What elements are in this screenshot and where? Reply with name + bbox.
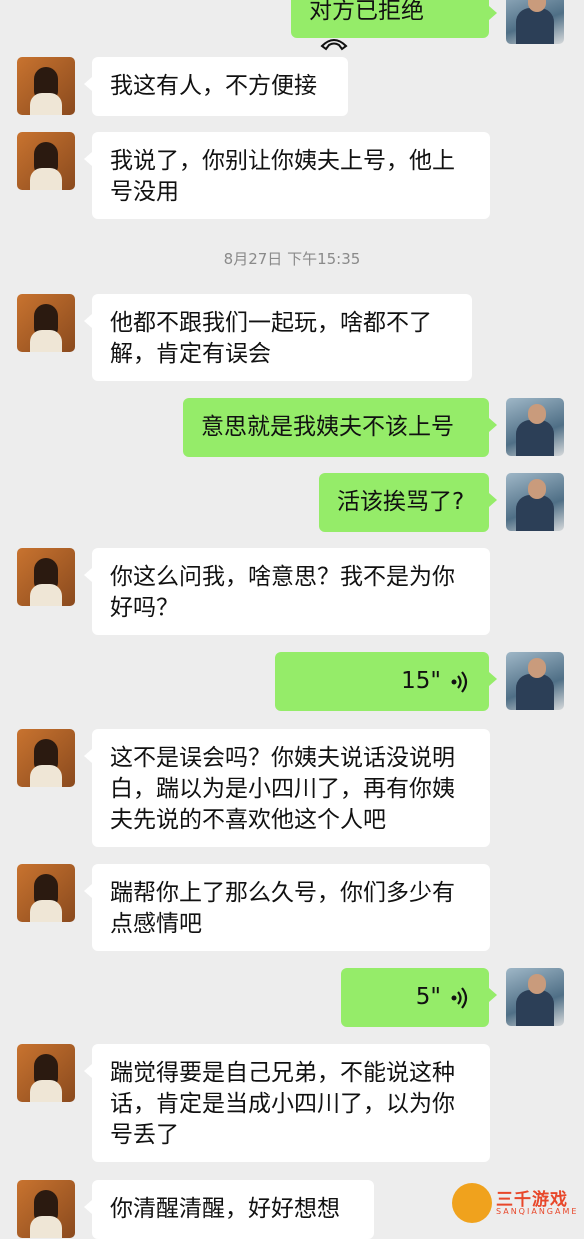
voice-message[interactable]: 15"	[275, 652, 497, 711]
watermark-subtext: SANQIANGAME	[496, 1207, 579, 1216]
phone-hangup-icon	[320, 38, 348, 50]
message-bubble[interactable]: 我说了，你别让你姨夫上号，他上号没用	[84, 132, 490, 219]
timestamp: 8月27日 下午15:35	[223, 250, 361, 268]
contact-avatar[interactable]	[17, 57, 75, 115]
contact-avatar[interactable]	[17, 864, 75, 922]
message-bubble[interactable]: 你这么问我，啥意思？我不是为你好吗？	[84, 548, 490, 635]
message-bubble[interactable]: 踹觉得要是自己兄弟，不能说这种话，肯定是当成小四川了，以为你号丢了	[84, 1044, 490, 1162]
voice-duration: 15"	[401, 668, 441, 694]
contact-avatar[interactable]	[17, 729, 75, 787]
message-bubble[interactable]: 我这有人，不方便接	[84, 57, 348, 116]
watermark-logo: 三千游戏 SANQIANGAME	[452, 1183, 582, 1225]
user-avatar[interactable]	[506, 652, 564, 710]
voice-message[interactable]: 5"	[341, 968, 497, 1027]
message-bubble[interactable]: 活该挨骂了?	[319, 473, 497, 532]
voice-duration: 5"	[415, 984, 441, 1010]
message-bubble[interactable]: 意思就是我姨夫不该上号	[183, 398, 497, 457]
message-bubble[interactable]: 他都不跟我们一起玩，啥都不了解，肯定有误会	[84, 294, 472, 381]
message-bubble[interactable]: 这不是误会吗？你姨夫说话没说明白，踹以为是小四川了，再有你姨夫先说的不喜欢他这个…	[84, 729, 490, 847]
contact-avatar[interactable]	[17, 1180, 75, 1238]
call-bubble[interactable]: 对方已拒绝	[291, 0, 497, 50]
voice-wave-icon	[451, 986, 468, 1009]
message-bubble[interactable]: 踹帮你上了那么久号，你们多少有点感情吧	[84, 864, 490, 951]
voice-wave-icon	[451, 670, 468, 693]
contact-avatar[interactable]	[17, 1044, 75, 1102]
message-bubble[interactable]: 你清醒清醒，好好想想	[84, 1180, 374, 1239]
logo-icon	[452, 1183, 492, 1223]
contact-avatar[interactable]	[17, 132, 75, 190]
call-status-text: 对方已拒绝	[309, 0, 424, 24]
user-avatar[interactable]	[506, 473, 564, 531]
contact-avatar[interactable]	[17, 548, 75, 606]
user-avatar[interactable]	[506, 968, 564, 1026]
user-avatar[interactable]	[506, 398, 564, 456]
user-avatar[interactable]	[506, 0, 564, 44]
contact-avatar[interactable]	[17, 294, 75, 352]
